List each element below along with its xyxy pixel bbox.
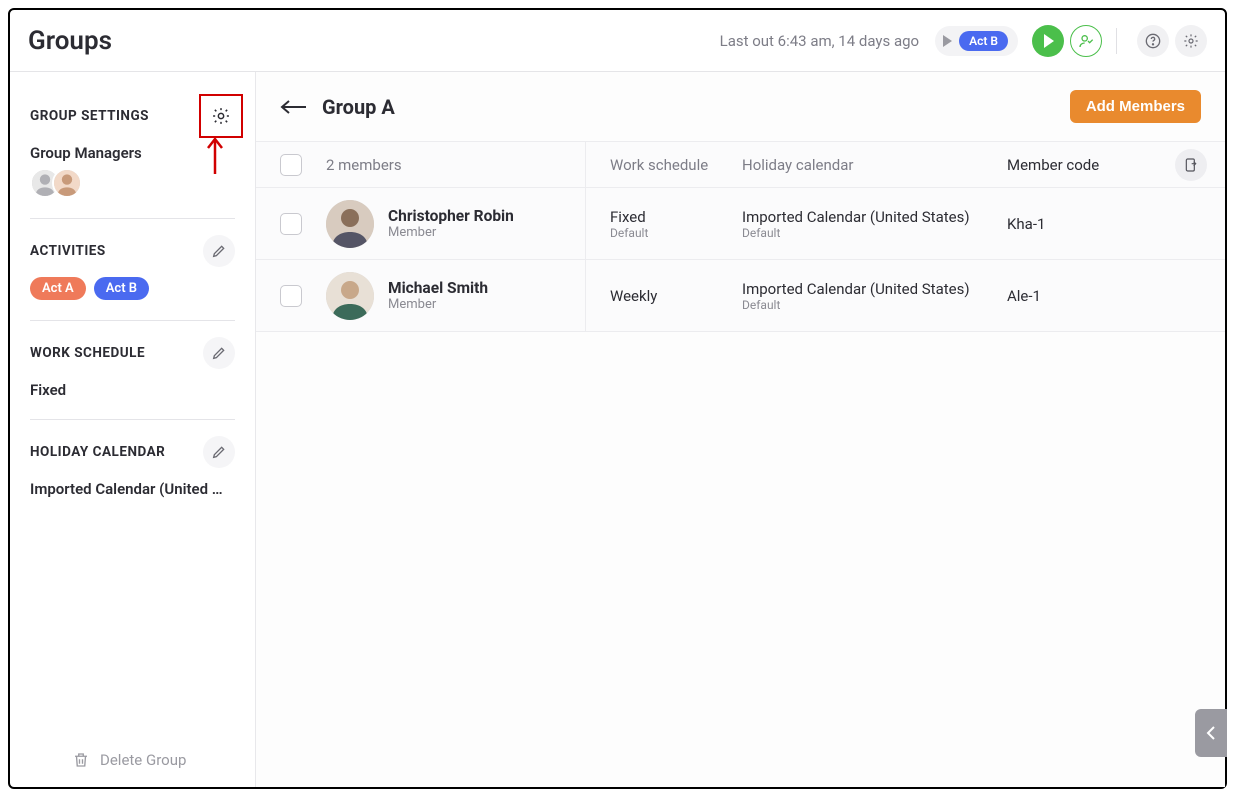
row-holiday: Imported Calendar (United States) [742, 208, 1007, 226]
row-checkbox[interactable] [280, 285, 302, 307]
delete-group-button[interactable]: Delete Group [30, 737, 235, 787]
edit-calendar-button[interactable] [203, 436, 235, 468]
row-holiday-sub: Default [742, 298, 1007, 312]
members-count-header: 2 members [326, 156, 402, 174]
arrow-left-icon [280, 99, 308, 115]
table-row: Michael Smith Member Weekly Imported Cal… [256, 260, 1225, 332]
avatar[interactable] [52, 168, 82, 198]
member-name: Michael Smith [388, 279, 488, 297]
row-schedule: Fixed [610, 208, 742, 226]
table-header-row: 2 members Work schedule Holiday calendar… [256, 142, 1225, 188]
pencil-icon [211, 345, 227, 361]
side-panel-toggle[interactable] [1195, 709, 1227, 757]
row-schedule-sub: Default [610, 226, 742, 240]
export-button[interactable] [1175, 149, 1207, 181]
top-header: Groups Last out 6:43 am, 14 days ago Act… [10, 10, 1225, 72]
activities-title: ACTIVITIES [30, 243, 106, 259]
delete-group-label: Delete Group [100, 751, 186, 769]
divider [30, 218, 235, 219]
group-name: Group A [322, 95, 395, 119]
pencil-icon [211, 444, 227, 460]
trash-icon [72, 751, 90, 769]
row-holiday-sub: Default [742, 226, 1007, 240]
col-holiday-calendar: Holiday calendar [742, 156, 853, 174]
divider [30, 419, 235, 420]
member-role: Member [388, 297, 488, 312]
group-settings-title: GROUP SETTINGS [30, 108, 149, 124]
start-activity-label: Act B [959, 31, 1008, 51]
row-checkbox[interactable] [280, 213, 302, 235]
main-panel: Group A Add Members 2 members Work sched… [256, 72, 1225, 787]
header-divider [1116, 28, 1117, 54]
work-schedule-title: WORK SCHEDULE [30, 345, 145, 361]
annotation-arrow-icon [204, 136, 226, 176]
back-button[interactable] [280, 99, 308, 115]
chevron-left-icon [1206, 725, 1216, 741]
user-check-icon [1078, 33, 1094, 49]
table-row: Christopher Robin Member Fixed Default I… [256, 188, 1225, 260]
avatar [326, 200, 374, 248]
activity-chip[interactable]: Act B [94, 277, 149, 300]
play-icon [943, 35, 952, 47]
user-check-button[interactable] [1070, 25, 1102, 57]
activity-chip[interactable]: Act A [30, 277, 86, 300]
play-button[interactable] [1032, 25, 1064, 57]
row-schedule: Weekly [610, 287, 742, 305]
pencil-icon [211, 243, 227, 259]
help-button[interactable] [1137, 25, 1169, 57]
member-name: Christopher Robin [388, 207, 514, 225]
gear-icon [1183, 33, 1199, 49]
members-table: 2 members Work schedule Holiday calendar… [256, 141, 1225, 332]
col-work-schedule: Work schedule [610, 156, 708, 174]
member-role: Member [388, 225, 514, 240]
row-holiday: Imported Calendar (United States) [742, 280, 1007, 298]
divider [30, 320, 235, 321]
export-icon [1183, 157, 1199, 173]
sidebar: GROUP SETTINGS Group Managers [10, 72, 256, 787]
start-activity-pill[interactable]: Act B [935, 26, 1018, 56]
add-members-button[interactable]: Add Members [1070, 90, 1201, 123]
edit-schedule-button[interactable] [203, 337, 235, 369]
avatar [326, 272, 374, 320]
row-code: Kha-1 [1007, 215, 1171, 233]
settings-button[interactable] [1175, 25, 1207, 57]
last-out-status: Last out 6:43 am, 14 days ago [720, 32, 919, 50]
holiday-calendar-title: HOLIDAY CALENDAR [30, 444, 165, 460]
row-code: Ale-1 [1007, 287, 1171, 305]
select-all-checkbox[interactable] [280, 154, 302, 176]
group-settings-gear[interactable] [199, 94, 243, 138]
help-icon [1145, 33, 1161, 49]
edit-activities-button[interactable] [203, 235, 235, 267]
gear-icon [211, 106, 231, 126]
page-title: Groups [28, 26, 112, 56]
holiday-calendar-value: Imported Calendar (United … [30, 480, 235, 498]
work-schedule-value: Fixed [30, 381, 235, 399]
col-member-code: Member code [1007, 156, 1099, 174]
